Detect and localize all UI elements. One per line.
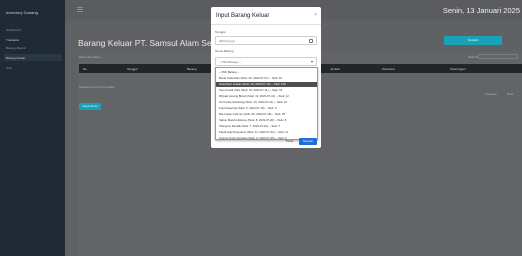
dropdown-option[interactable]: Shampoo Sunsilk (Stok: 7, 2023-07-21) --…: [216, 124, 317, 129]
dropdown-option[interactable]: Kopi Kapal Api (Stok: 9, 2023-07-15) -- …: [216, 106, 317, 111]
item-select[interactable]: -- Pilih Barang --: [215, 57, 317, 66]
modal-close-button[interactable]: Tutup: [282, 138, 297, 145]
dropdown-option[interactable]: Minyak Goreng Bimoli (Stok: 12, 2023-07-…: [216, 94, 317, 99]
item-label: Nama Barang: [215, 49, 234, 53]
sidebar-item-dashboard[interactable]: Dashboard: [6, 28, 21, 32]
dropdown-option[interactable]: Beras Kuda Mas (Stok: 30, 2023-07-07) --…: [216, 76, 317, 81]
export-button[interactable]: Export Excel: [79, 103, 101, 110]
column-header[interactable]: No: [83, 67, 87, 71]
chevron-down-icon: [311, 61, 313, 63]
table-info: Showing 0 to 0 of 0 entries: [79, 85, 115, 89]
modal-divider: [211, 24, 321, 25]
date-label: Tanggal: [215, 30, 226, 34]
sidebar-item-barang-keluar[interactable]: Barang Keluar: [6, 56, 25, 60]
item-dropdown[interactable]: -- Pilih Barang -- Beras Kuda Mas (Stok: …: [215, 67, 318, 140]
menu-icon[interactable]: [77, 7, 83, 12]
column-header[interactable]: Tanggal: [127, 67, 138, 71]
dropdown-option[interactable]: Sabun Mandi Lifebuoy (Stok: 8, 2023-07-2…: [216, 118, 317, 123]
dropdown-option[interactable]: Teh Celup Sariwangi (Stok: 10, 2023-07-1…: [216, 100, 317, 105]
date-field[interactable]: dd/mm/yyyy: [215, 36, 317, 45]
sidebar-item-transaksi[interactable]: Transaksi: [6, 38, 19, 42]
item-select-value: -- Pilih Barang --: [219, 60, 241, 64]
dropdown-option[interactable]: Susu Kotak Ultra (Stok: 15, 2023-07-11) …: [216, 88, 317, 93]
page-title: Barang Keluar PT. Samsul Alam Sehat: [78, 38, 224, 48]
dropdown-option[interactable]: -- Pilih Barang --: [216, 70, 317, 75]
pager-next[interactable]: Next: [507, 92, 513, 96]
search-label: Search:: [468, 55, 479, 59]
dropdown-option[interactable]: Gula Pasir Gulaku (Stok: 20, 2023-07-10)…: [216, 82, 317, 87]
sidebar-brand: Inventory Gudang: [6, 10, 38, 15]
save-button[interactable]: Simpan: [299, 138, 317, 145]
sidebar-item-stok[interactable]: Stok: [6, 66, 12, 70]
dropdown-option[interactable]: Mie Instan Indomie (Stok: 25, 2023-07-18…: [216, 112, 317, 117]
sidebar: Inventory Gudang Dashboard Transaksi Bar…: [0, 0, 65, 256]
close-icon[interactable]: ×: [314, 12, 317, 18]
column-header[interactable]: Penerima: [382, 67, 395, 71]
current-date: Senin, 13 Januari 2025: [442, 6, 520, 15]
modal-title: Input Barang Keluar: [216, 13, 270, 19]
dropdown-option[interactable]: Pasta Gigi Pepsodent (Stok: 11, 2023-07-…: [216, 130, 317, 135]
search-input[interactable]: [478, 54, 518, 59]
sidebar-item-barang-masuk[interactable]: Barang Masuk: [6, 46, 25, 50]
column-header[interactable]: Barang: [187, 67, 197, 71]
column-header[interactable]: Keterangan: [450, 67, 466, 71]
column-header[interactable]: Jumlah: [330, 67, 340, 71]
show-entries[interactable]: Show 10 entries: [79, 55, 101, 59]
add-button[interactable]: Tambah: [444, 36, 502, 45]
pager-previous[interactable]: Previous: [485, 92, 497, 96]
date-placeholder: dd/mm/yyyy: [219, 39, 236, 43]
calendar-icon[interactable]: [309, 39, 313, 43]
